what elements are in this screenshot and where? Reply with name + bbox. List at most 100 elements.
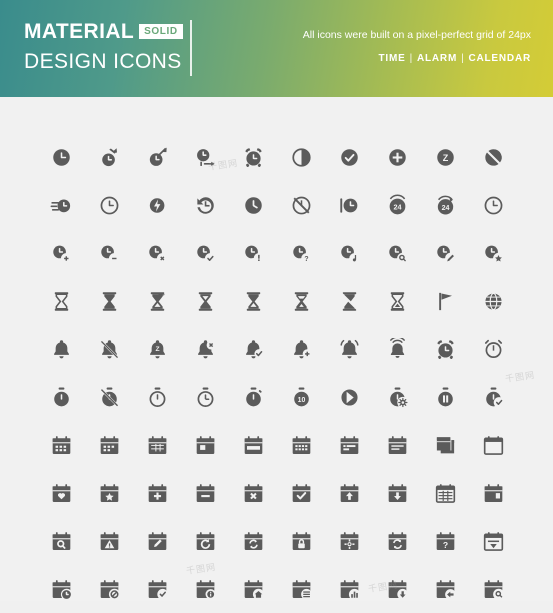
clock-time-four-icon[interactable]	[229, 181, 277, 229]
timer-10-icon[interactable]: 10	[277, 373, 325, 421]
calendar-sync-icon[interactable]	[229, 517, 277, 565]
bell-plus-icon[interactable]	[277, 325, 325, 373]
timer-pause-icon[interactable]	[421, 373, 469, 421]
alarm-light-icon[interactable]	[469, 325, 517, 373]
calendar-arrow-down-icon[interactable]	[373, 565, 421, 613]
clock-plus-small-icon[interactable]	[37, 229, 85, 277]
calendar-zoom-icon[interactable]	[469, 565, 517, 613]
clock-check-icon[interactable]	[325, 133, 373, 181]
clock-star-small-icon[interactable]	[469, 229, 517, 277]
calendar-range-icon[interactable]	[325, 421, 373, 469]
clock-search-small-icon[interactable]	[373, 229, 421, 277]
calendar-multiple-icon[interactable]	[421, 421, 469, 469]
hourglass-outline-icon[interactable]	[373, 277, 421, 325]
clock-music-small-icon[interactable]	[325, 229, 373, 277]
hourglass-empty-icon[interactable]	[37, 277, 85, 325]
link-calendar[interactable]: CALENDAR	[468, 53, 531, 64]
clock-time-in-icon[interactable]	[181, 133, 229, 181]
hourglass-disabled-icon[interactable]	[325, 277, 373, 325]
calendar-table-icon[interactable]	[421, 469, 469, 517]
calendar-text-icon[interactable]	[373, 421, 421, 469]
hourglass-flag-2-icon[interactable]	[421, 277, 469, 325]
timer-3-icon[interactable]	[325, 373, 373, 421]
clock-plus-icon[interactable]	[373, 133, 421, 181]
clock-arrow-up-right-icon[interactable]	[133, 133, 181, 181]
calendar-icon[interactable]	[37, 421, 85, 469]
calendar-lock-icon[interactable]	[277, 517, 325, 565]
timer-off-icon[interactable]	[85, 373, 133, 421]
link-time[interactable]: TIME	[378, 53, 405, 64]
clock-check-small-icon[interactable]	[181, 229, 229, 277]
timer-icon[interactable]	[37, 373, 85, 421]
calendar-heart-icon[interactable]	[37, 469, 85, 517]
calendar-check-2-icon[interactable]	[133, 565, 181, 613]
clock-fast-icon[interactable]	[37, 181, 85, 229]
clock-remove-small-icon[interactable]	[133, 229, 181, 277]
timer-sand-icon[interactable]	[181, 373, 229, 421]
calendar-clock-icon[interactable]	[37, 565, 85, 613]
clock-one-icon[interactable]	[469, 181, 517, 229]
bell-snooze-icon[interactable]: Z	[133, 325, 181, 373]
calendar-outline-icon[interactable]	[469, 421, 517, 469]
clock-off-icon[interactable]	[469, 133, 517, 181]
bell-check-icon[interactable]	[229, 325, 277, 373]
calendar-search-icon[interactable]	[37, 517, 85, 565]
timer-cog-icon[interactable]	[373, 373, 421, 421]
history-icon[interactable]	[181, 181, 229, 229]
calendar-list-icon[interactable]	[277, 565, 325, 613]
hourglass-full-icon[interactable]	[85, 277, 133, 325]
calendar-blank-icon[interactable]	[85, 421, 133, 469]
clock-fast-forward-icon[interactable]	[85, 133, 133, 181]
calendar-info-icon[interactable]	[181, 565, 229, 613]
calendar-refresh-icon[interactable]	[181, 517, 229, 565]
stopwatch-icon[interactable]	[229, 373, 277, 421]
calendar-alert-icon[interactable]	[85, 517, 133, 565]
calendar-grid-icon[interactable]	[133, 421, 181, 469]
calendar-question-icon[interactable]: ?	[421, 517, 469, 565]
alarm-icon[interactable]	[421, 325, 469, 373]
clock-alert-small-icon[interactable]	[229, 229, 277, 277]
calendar-edit-icon[interactable]	[133, 517, 181, 565]
calendar-star-icon[interactable]	[85, 469, 133, 517]
calendar-month-icon[interactable]	[277, 421, 325, 469]
timer-play-icon[interactable]	[469, 373, 517, 421]
bell-alert-ring-icon[interactable]	[373, 325, 421, 373]
clock-24h-arrow-icon[interactable]: 24	[421, 181, 469, 229]
calendar-sync-2-icon[interactable]	[373, 517, 421, 565]
calendar-plus-icon[interactable]	[133, 469, 181, 517]
hourglass-bottom-icon[interactable]	[181, 277, 229, 325]
clock-half-icon[interactable]	[277, 133, 325, 181]
calendar-week-icon[interactable]	[229, 421, 277, 469]
calendar-collapse-icon[interactable]	[469, 517, 517, 565]
timer-globe-icon[interactable]	[469, 277, 517, 325]
timer-outline-icon[interactable]	[133, 373, 181, 421]
calendar-import-icon[interactable]	[325, 469, 373, 517]
calendar-arrow-left-icon[interactable]	[421, 565, 469, 613]
calendar-check-icon[interactable]	[277, 469, 325, 517]
clock-icon[interactable]	[37, 133, 85, 181]
calendar-weekend-icon[interactable]	[469, 469, 517, 517]
calendar-chart-icon[interactable]	[325, 565, 373, 613]
calendar-cog-icon[interactable]	[325, 517, 373, 565]
calendar-remove-icon[interactable]	[229, 469, 277, 517]
clock-24h-icon[interactable]: 24	[373, 181, 421, 229]
clock-outline-icon[interactable]	[85, 181, 133, 229]
hourglass-top-icon[interactable]	[229, 277, 277, 325]
alarm-clock-icon[interactable]	[229, 133, 277, 181]
clock-alert-bolt-icon[interactable]	[133, 181, 181, 229]
clock-question-small-icon[interactable]: ?	[277, 229, 325, 277]
calendar-export-icon[interactable]	[373, 469, 421, 517]
calendar-today-icon[interactable]	[181, 421, 229, 469]
bell-remove-icon[interactable]	[181, 325, 229, 373]
bell-off-icon[interactable]	[85, 325, 133, 373]
clock-edit-small-icon[interactable]	[421, 229, 469, 277]
clock-start-icon[interactable]	[325, 181, 373, 229]
bell-icon[interactable]	[37, 325, 85, 373]
clock-snooze-icon[interactable]: Z	[421, 133, 469, 181]
hourglass-flag-icon[interactable]	[133, 277, 181, 325]
clock-minus-small-icon[interactable]	[85, 229, 133, 277]
link-alarm[interactable]: ALARM	[417, 53, 457, 64]
calendar-minus-icon[interactable]	[181, 469, 229, 517]
calendar-blocked-icon[interactable]	[85, 565, 133, 613]
clock-off-outline-icon[interactable]	[277, 181, 325, 229]
